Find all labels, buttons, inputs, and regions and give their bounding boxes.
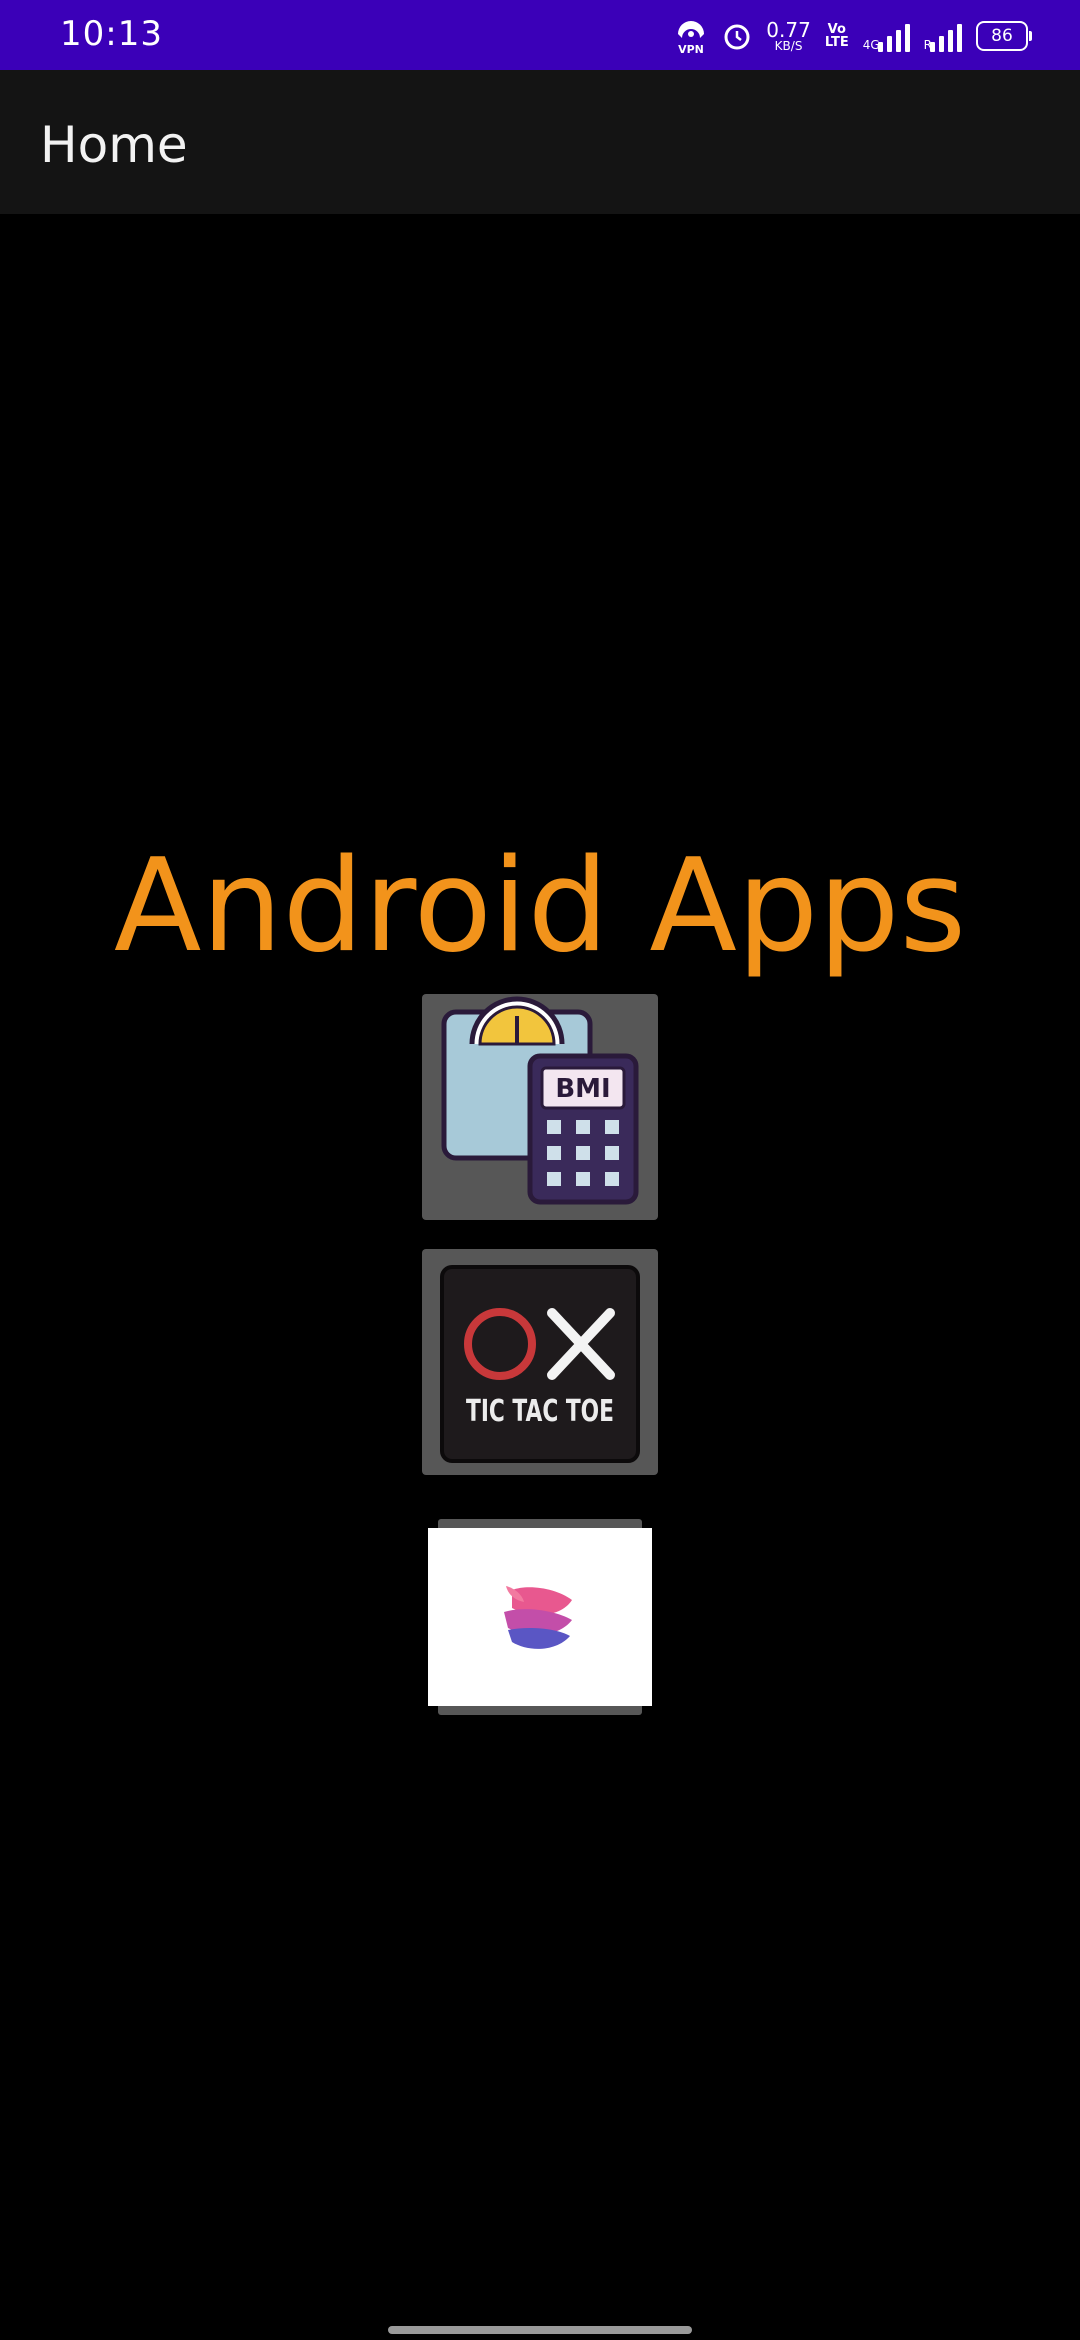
- network-speed: 0.77 KB/S: [766, 20, 811, 52]
- status-bar: 10:13 VPN 0.77 KB/S Vo LTE 4G R 86: [0, 0, 1080, 70]
- third-app-button[interactable]: [428, 1528, 652, 1706]
- status-icons: VPN 0.77 KB/S Vo LTE 4G R 86: [674, 14, 1032, 58]
- signal-roaming-icon: R: [924, 20, 962, 52]
- tic-tac-toe-app-button[interactable]: TIC TAC TOE: [422, 1249, 658, 1475]
- svg-text:TIC TAC TOE: TIC TAC TOE: [466, 1394, 614, 1429]
- page-title: Home: [40, 116, 188, 174]
- app-bar: Home: [0, 70, 1080, 214]
- apps-heading: Android Apps: [113, 832, 967, 981]
- app-logo-icon: [504, 1586, 572, 1649]
- network-speed-value: 0.77: [766, 18, 811, 42]
- status-time: 10:13: [60, 14, 163, 54]
- svg-text:BMI: BMI: [555, 1074, 610, 1104]
- network-speed-unit: KB/S: [774, 39, 803, 53]
- gesture-nav-handle[interactable]: [388, 2326, 692, 2334]
- tic-tac-toe-icon: TIC TAC TOE: [440, 1265, 640, 1463]
- vpn-icon: VPN: [674, 16, 708, 56]
- volte-icon: Vo LTE: [825, 23, 849, 49]
- signal-4g-icon: 4G: [863, 20, 910, 52]
- volte-bottom: LTE: [824, 35, 849, 50]
- battery-icon: 86: [976, 21, 1032, 51]
- battery-level: 86: [991, 26, 1013, 46]
- alarm-icon: [722, 21, 752, 51]
- bmi-calculator-icon: BMI: [441, 996, 639, 1205]
- svg-text:VPN: VPN: [678, 43, 704, 56]
- bmi-app-button[interactable]: BMI: [422, 994, 658, 1220]
